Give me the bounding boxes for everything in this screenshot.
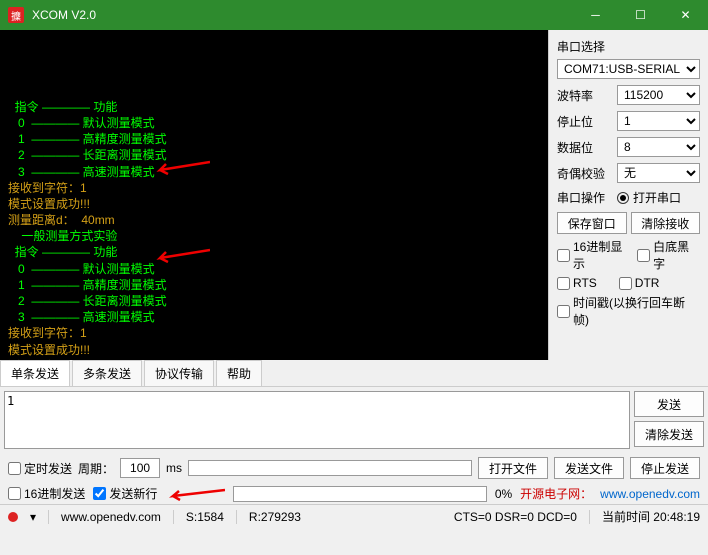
- radio-icon: [617, 192, 629, 204]
- port-select-label: 串口选择: [557, 38, 700, 55]
- window-title: XCOM V2.0: [32, 8, 573, 22]
- send-button[interactable]: 发送: [634, 391, 704, 417]
- progress-percent: 0%: [495, 487, 512, 501]
- baud-select[interactable]: 115200: [617, 85, 700, 105]
- hex-send-checkbox[interactable]: [8, 487, 21, 500]
- link-url[interactable]: www.openedv.com: [600, 487, 700, 501]
- serial-settings-panel: 串口选择 COM71:USB-SERIAL 波特率115200 停止位1 数据位…: [548, 30, 708, 360]
- baud-label: 波特率: [557, 87, 613, 104]
- port-select[interactable]: COM71:USB-SERIAL: [557, 59, 700, 79]
- stop-label: 停止位: [557, 113, 613, 130]
- clear-send-button[interactable]: 清除发送: [634, 421, 704, 447]
- timestamp-checkbox[interactable]: [557, 305, 570, 318]
- maximize-button[interactable]: ☐: [618, 0, 663, 30]
- minimize-button[interactable]: ─: [573, 0, 618, 30]
- terminal-output[interactable]: 指令 ———— 功能 0 ———— 默认测量模式 1 ———— 高精度测量模式 …: [0, 30, 548, 360]
- status-sent: S:1584: [186, 510, 224, 524]
- link-text: 开源电子网：: [520, 485, 592, 502]
- status-url[interactable]: www.openedv.com: [61, 510, 161, 524]
- status-bar: ▾ www.openedv.com S:1584 R:279293 CTS=0 …: [0, 504, 708, 528]
- tab-help[interactable]: 帮助: [216, 360, 262, 386]
- rts-checkbox[interactable]: [557, 277, 570, 290]
- period-label: 周期：: [78, 460, 114, 477]
- status-dot-icon: [8, 512, 18, 522]
- arrow-annotation: [165, 487, 225, 501]
- status-time: 当前时间 20:48:19: [602, 508, 700, 525]
- chevron-icon: ▾: [30, 510, 36, 524]
- tab-protocol[interactable]: 协议传输: [144, 360, 214, 386]
- app-icon: 攈: [8, 7, 24, 23]
- open-port-button[interactable]: 打开串口: [617, 189, 681, 206]
- close-button[interactable]: ✕: [663, 0, 708, 30]
- send-file-button[interactable]: 发送文件: [554, 457, 624, 479]
- data-select[interactable]: 8: [617, 137, 700, 157]
- dtr-checkbox[interactable]: [619, 277, 632, 290]
- status-recv: R:279293: [249, 510, 301, 524]
- stop-send-button[interactable]: 停止发送: [630, 457, 700, 479]
- tab-single-send[interactable]: 单条发送: [0, 360, 70, 386]
- parity-select[interactable]: 无: [617, 163, 700, 183]
- send-textarea[interactable]: 1: [4, 391, 630, 449]
- white-bg-checkbox[interactable]: [637, 249, 650, 262]
- period-input[interactable]: [120, 458, 160, 478]
- send-tabs: 单条发送 多条发送 协议传输 帮助: [0, 360, 708, 387]
- progress-bar: [233, 486, 486, 502]
- timed-send-checkbox[interactable]: [8, 462, 21, 475]
- period-unit: ms: [166, 461, 182, 475]
- clear-recv-button[interactable]: 清除接收: [631, 212, 701, 234]
- data-label: 数据位: [557, 139, 613, 156]
- hex-display-checkbox[interactable]: [557, 249, 570, 262]
- op-label: 串口操作: [557, 189, 613, 206]
- file-path-display: [188, 460, 472, 476]
- send-newline-checkbox[interactable]: [93, 487, 106, 500]
- tab-multi-send[interactable]: 多条发送: [72, 360, 142, 386]
- stop-select[interactable]: 1: [617, 111, 700, 131]
- open-file-button[interactable]: 打开文件: [478, 457, 548, 479]
- parity-label: 奇偶校验: [557, 165, 613, 182]
- save-window-button[interactable]: 保存窗口: [557, 212, 627, 234]
- status-pins: CTS=0 DSR=0 DCD=0: [454, 510, 577, 524]
